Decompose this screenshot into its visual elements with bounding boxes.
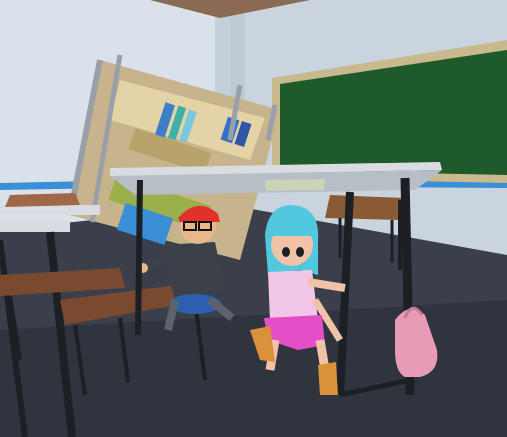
- desk-paper: [265, 179, 325, 191]
- game-viewport[interactable]: [0, 0, 507, 437]
